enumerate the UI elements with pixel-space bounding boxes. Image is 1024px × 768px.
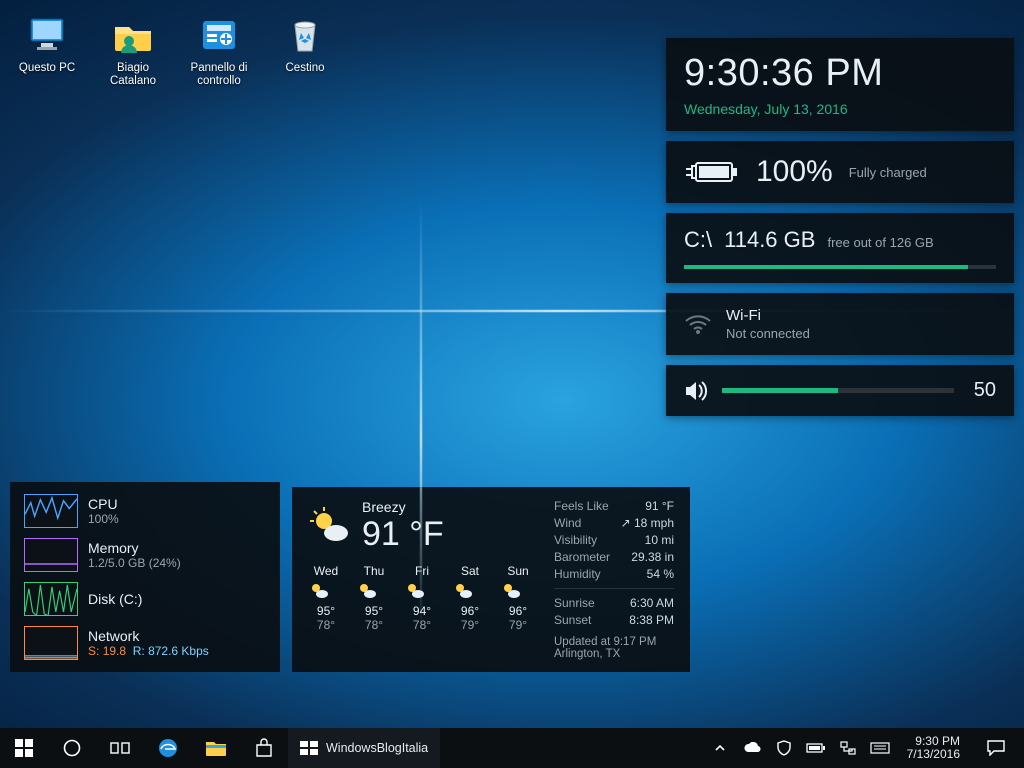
tray-network-icon[interactable] bbox=[835, 728, 861, 768]
forecast-day: Thu95°78° bbox=[356, 564, 392, 632]
battery-percent: 100% bbox=[756, 155, 833, 189]
circle-icon bbox=[63, 739, 81, 757]
window-flag-icon bbox=[300, 741, 318, 755]
volume-value: 50 bbox=[968, 379, 996, 402]
sysmon-memory-value: 1.2/5.0 GB (24%) bbox=[88, 556, 181, 570]
tray-overflow-button[interactable] bbox=[707, 728, 733, 768]
user-folder-icon bbox=[110, 12, 156, 58]
windows-icon bbox=[15, 739, 33, 757]
disk-free: 114.6 GB bbox=[724, 227, 815, 253]
sun-cloud-icon bbox=[452, 580, 474, 602]
wifi-title: Wi-Fi bbox=[726, 307, 810, 324]
disk-bar bbox=[684, 265, 996, 269]
sysmon-memory: Memory1.2/5.0 GB (24%) bbox=[24, 538, 266, 572]
taskbar: WindowsBlogItalia 9:30 PM 7/13/2016 bbox=[0, 728, 1024, 768]
task-view-button[interactable] bbox=[96, 728, 144, 768]
keyboard-icon bbox=[870, 742, 890, 754]
taskbar-app-store[interactable] bbox=[240, 728, 288, 768]
forecast-day: Wed95°78° bbox=[308, 564, 344, 632]
sun-cloud-icon bbox=[308, 580, 330, 602]
volume-slider[interactable] bbox=[722, 388, 954, 393]
desktop-icon-control-panel[interactable]: Pannello di controllo bbox=[180, 8, 258, 92]
battery-icon bbox=[806, 742, 826, 754]
action-center-button[interactable] bbox=[974, 728, 1018, 768]
desktop-icon-label: Cestino bbox=[286, 62, 325, 75]
system-tray: 9:30 PM 7/13/2016 bbox=[701, 728, 1024, 768]
weather-widget[interactable]: Breezy 91 °F Wed95°78° Thu95°78° Fri94°78°… bbox=[292, 487, 690, 672]
weather-condition: Breezy bbox=[362, 499, 444, 515]
sun-cloud-icon bbox=[356, 580, 378, 602]
system-monitor-widget[interactable]: CPU100% Memory1.2/5.0 GB (24%) Disk (C:)… bbox=[10, 482, 280, 672]
clock-date: Wednesday, July 13, 2016 bbox=[684, 101, 996, 117]
sysmon-memory-title: Memory bbox=[88, 540, 181, 556]
recycle-bin-icon bbox=[282, 12, 328, 58]
sun-cloud-icon bbox=[404, 580, 426, 602]
wifi-icon bbox=[684, 313, 712, 335]
desktop-icon-questo-pc[interactable]: Questo PC bbox=[8, 8, 86, 92]
desktop-icon-label: Pannello di controllo bbox=[184, 62, 254, 88]
wifi-widget[interactable]: Wi-Fi Not connected bbox=[666, 293, 1014, 355]
ethernet-icon bbox=[840, 741, 856, 755]
weather-forecast-row: Wed95°78° Thu95°78° Fri94°78° Sat96°79° Sun9… bbox=[308, 564, 536, 632]
battery-status: Fully charged bbox=[849, 165, 927, 180]
sysmon-cpu-value: 100% bbox=[88, 512, 119, 526]
sysmon-network: Network S: 19.8 R: 872.6 Kbps bbox=[24, 626, 266, 660]
sysmon-network-value: S: 19.8 R: 872.6 Kbps bbox=[88, 644, 209, 658]
speaker-icon bbox=[684, 380, 708, 402]
disk-widget[interactable]: C:\ 114.6 GB free out of 126 GB bbox=[666, 213, 1014, 283]
file-explorer-icon bbox=[205, 738, 227, 758]
weather-partly-cloudy-icon bbox=[308, 505, 352, 549]
cortana-button[interactable] bbox=[48, 728, 96, 768]
disk-drive: C:\ bbox=[684, 227, 712, 253]
desktop-icons: Questo PC Biagio Catalano Pannello di co… bbox=[8, 8, 344, 92]
control-panel-icon bbox=[196, 12, 242, 58]
sysmon-cpu-title: CPU bbox=[88, 496, 119, 512]
tray-date: 7/13/2016 bbox=[907, 748, 960, 761]
sysmon-cpu: CPU100% bbox=[24, 494, 266, 528]
desktop-icon-label: Biagio Catalano bbox=[98, 62, 168, 88]
sun-cloud-icon bbox=[500, 580, 522, 602]
store-icon bbox=[254, 738, 274, 758]
edge-icon bbox=[157, 737, 179, 759]
sysmon-network-title: Network bbox=[88, 628, 209, 644]
shield-icon bbox=[777, 740, 791, 756]
taskbar-app-edge[interactable] bbox=[144, 728, 192, 768]
notification-icon bbox=[987, 740, 1005, 756]
desktop-icon-label: Questo PC bbox=[19, 62, 75, 75]
taskbar-app-explorer[interactable] bbox=[192, 728, 240, 768]
desktop-icon-recycle-bin[interactable]: Cestino bbox=[266, 8, 344, 92]
battery-widget[interactable]: 100% Fully charged bbox=[666, 141, 1014, 203]
taskbar-active-window[interactable]: WindowsBlogItalia bbox=[288, 728, 440, 768]
weather-details: Feels Like91 °F Wind↗ 18 mph Visibility1… bbox=[554, 499, 674, 660]
disk-suffix: free out of 126 GB bbox=[827, 235, 933, 250]
tray-onedrive-icon[interactable] bbox=[739, 728, 765, 768]
right-widget-column: 9:30:36 PM Wednesday, July 13, 2016 100%… bbox=[666, 38, 1014, 416]
sysmon-disk-title: Disk (C:) bbox=[88, 591, 142, 607]
tray-keyboard-icon[interactable] bbox=[867, 728, 893, 768]
forecast-day: Sun96°79° bbox=[500, 564, 536, 632]
tray-clock[interactable]: 9:30 PM 7/13/2016 bbox=[899, 735, 968, 761]
clock-widget[interactable]: 9:30:36 PM Wednesday, July 13, 2016 bbox=[666, 38, 1014, 131]
wifi-status: Not connected bbox=[726, 326, 810, 341]
task-view-icon bbox=[110, 740, 130, 756]
chevron-up-icon bbox=[714, 742, 726, 754]
start-button[interactable] bbox=[0, 728, 48, 768]
monitor-icon bbox=[24, 12, 70, 58]
weather-temp: 91 °F bbox=[362, 515, 444, 554]
clock-time: 9:30:36 PM bbox=[684, 52, 996, 95]
desktop[interactable]: Questo PC Biagio Catalano Pannello di co… bbox=[0, 0, 1024, 728]
tray-defender-icon[interactable] bbox=[771, 728, 797, 768]
forecast-day: Sat96°79° bbox=[452, 564, 488, 632]
desktop-icon-user-folder[interactable]: Biagio Catalano bbox=[94, 8, 172, 92]
taskbar-active-title: WindowsBlogItalia bbox=[326, 741, 428, 755]
volume-widget[interactable]: 50 bbox=[666, 365, 1014, 416]
tray-battery-icon[interactable] bbox=[803, 728, 829, 768]
forecast-day: Fri94°78° bbox=[404, 564, 440, 632]
sysmon-disk: Disk (C:) bbox=[24, 582, 266, 616]
battery-plug-icon bbox=[684, 157, 740, 187]
cloud-icon bbox=[743, 742, 761, 754]
